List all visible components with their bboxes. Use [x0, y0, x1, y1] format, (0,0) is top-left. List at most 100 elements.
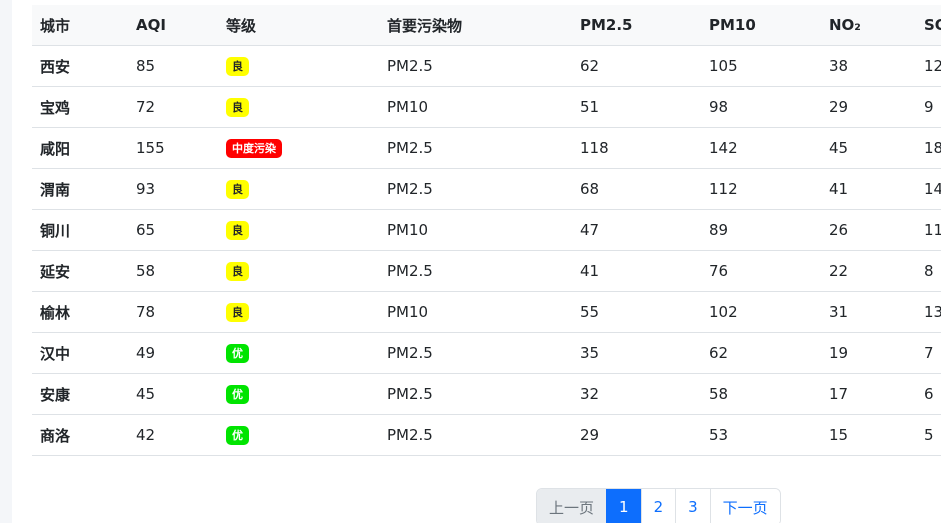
- aqi-table: 城市 AQI 等级 首要污染物 PM2.5 PM10 NO₂ SO₂ 西安85良…: [32, 5, 941, 456]
- cell-pm10: 98: [701, 86, 821, 128]
- cell-city: 西安: [32, 45, 128, 87]
- table-body: 西安85良PM2.5621053812宝鸡72良PM105198299咸阳155…: [32, 45, 941, 456]
- cell-so2: 9: [916, 86, 941, 128]
- table-row: 铜川65 良 PM1047892611: [32, 209, 941, 251]
- cell-so2: 13: [916, 291, 941, 333]
- header-no2: NO₂: [821, 5, 916, 46]
- page-2-button[interactable]: 2: [640, 489, 676, 523]
- cell-pollutant: PM2.5: [379, 250, 572, 292]
- table-row: 延安 58 良 PM2.5 41 76 22 8: [32, 250, 941, 292]
- cell-pm10: 112: [701, 168, 821, 210]
- level-badge: 良: [226, 262, 249, 281]
- cell-so2: 6: [916, 373, 941, 415]
- cell-pm25: 35: [572, 332, 701, 374]
- cell-level: 良: [218, 86, 379, 128]
- table-row: 咸阳155 中度污染 PM2.51181424518: [32, 127, 941, 169]
- table-header-row: 城市 AQI 等级 首要污染物 PM2.5 PM10 NO₂ SO₂: [32, 5, 941, 46]
- cell-no2: 19: [821, 332, 916, 374]
- cell-so2: 7: [916, 332, 941, 374]
- cell-aqi: 85: [128, 45, 218, 87]
- table-row: 渭南93 良 PM2.5681124114: [32, 168, 941, 210]
- page-3-button[interactable]: 3: [675, 489, 710, 523]
- cell-pollutant: PM2.5: [379, 168, 572, 210]
- level-badge: 良: [226, 57, 249, 76]
- cell-so2: 11: [916, 209, 941, 251]
- level-badge: 良: [226, 180, 249, 199]
- header-so2: SO₂: [916, 5, 941, 46]
- cell-pm25: 51: [572, 86, 701, 128]
- cell-pm10: 62: [701, 332, 821, 374]
- cell-pm10: 89: [701, 209, 821, 251]
- cell-pollutant: PM2.5: [379, 127, 572, 169]
- cell-pollutant: PM2.5: [379, 332, 572, 374]
- cell-level: 优: [218, 373, 379, 415]
- cell-level: 良: [218, 168, 379, 210]
- cell-city: 铜川: [32, 209, 128, 251]
- cell-so2: 12: [916, 45, 941, 87]
- pagination: 上一页 1 2 3 下一页: [536, 488, 781, 523]
- cell-pm10: 53: [701, 414, 821, 456]
- cell-so2: 8: [916, 250, 941, 292]
- cell-no2: 22: [821, 250, 916, 292]
- cell-so2: 18: [916, 127, 941, 169]
- cell-level: 良: [218, 45, 379, 87]
- cell-pm25: 29: [572, 414, 701, 456]
- cell-no2: 26: [821, 209, 916, 251]
- cell-city: 渭南: [32, 168, 128, 210]
- cell-so2: 14: [916, 168, 941, 210]
- cell-no2: 29: [821, 86, 916, 128]
- page-1-button[interactable]: 1: [606, 489, 641, 523]
- cell-level: 中度污染: [218, 127, 379, 169]
- cell-pollutant: PM2.5: [379, 414, 572, 456]
- cell-pm25: 47: [572, 209, 701, 251]
- cell-level: 优: [218, 414, 379, 456]
- cell-pollutant: PM10: [379, 291, 572, 333]
- cell-pm25: 62: [572, 45, 701, 87]
- cell-pm25: 41: [572, 250, 701, 292]
- table-row: 榆林78 良 PM10551023113: [32, 291, 941, 333]
- level-badge: 优: [226, 426, 249, 445]
- cell-aqi: 49: [128, 332, 218, 374]
- cell-pm10: 105: [701, 45, 821, 87]
- cell-city: 安康: [32, 373, 128, 415]
- table-row: 汉中 49 优 PM2.5 35 62 19 7: [32, 332, 941, 374]
- cell-so2: 5: [916, 414, 941, 456]
- aqi-panel: 城市 AQI 等级 首要污染物 PM2.5 PM10 NO₂ SO₂ 西安85良…: [12, 0, 941, 523]
- cell-city: 延安: [32, 250, 128, 292]
- cell-pm10: 102: [701, 291, 821, 333]
- cell-pollutant: PM10: [379, 209, 572, 251]
- cell-no2: 45: [821, 127, 916, 169]
- header-pollutant: 首要污染物: [379, 5, 572, 46]
- cell-pm10: 76: [701, 250, 821, 292]
- level-badge: 良: [226, 303, 249, 322]
- header-city: 城市: [32, 5, 128, 46]
- cell-aqi: 45: [128, 373, 218, 415]
- cell-pm25: 55: [572, 291, 701, 333]
- cell-aqi: 93: [128, 168, 218, 210]
- cell-pm25: 118: [572, 127, 701, 169]
- table-row: 西安85 良 PM2.5621053812: [32, 45, 941, 87]
- cell-pollutant: PM2.5: [379, 373, 572, 415]
- level-badge: 良: [226, 221, 249, 240]
- level-badge: 中度污染: [226, 139, 282, 158]
- cell-level: 良: [218, 209, 379, 251]
- level-badge: 优: [226, 385, 249, 404]
- cell-pm25: 32: [572, 373, 701, 415]
- cell-pm25: 68: [572, 168, 701, 210]
- next-page-button[interactable]: 下一页: [709, 489, 780, 523]
- header-pm10: PM10: [701, 5, 821, 46]
- cell-aqi: 42: [128, 414, 218, 456]
- cell-level: 优: [218, 332, 379, 374]
- table-row: 安康 45 优 PM2.5 32 58 17 6: [32, 373, 941, 415]
- cell-pollutant: PM2.5: [379, 45, 572, 87]
- header-pm25: PM2.5: [572, 5, 701, 46]
- cell-city: 宝鸡: [32, 86, 128, 128]
- cell-pollutant: PM10: [379, 86, 572, 128]
- cell-no2: 17: [821, 373, 916, 415]
- cell-level: 良: [218, 291, 379, 333]
- prev-page-button[interactable]: 上一页: [537, 489, 607, 523]
- cell-no2: 15: [821, 414, 916, 456]
- cell-city: 咸阳: [32, 127, 128, 169]
- cell-no2: 38: [821, 45, 916, 87]
- cell-no2: 31: [821, 291, 916, 333]
